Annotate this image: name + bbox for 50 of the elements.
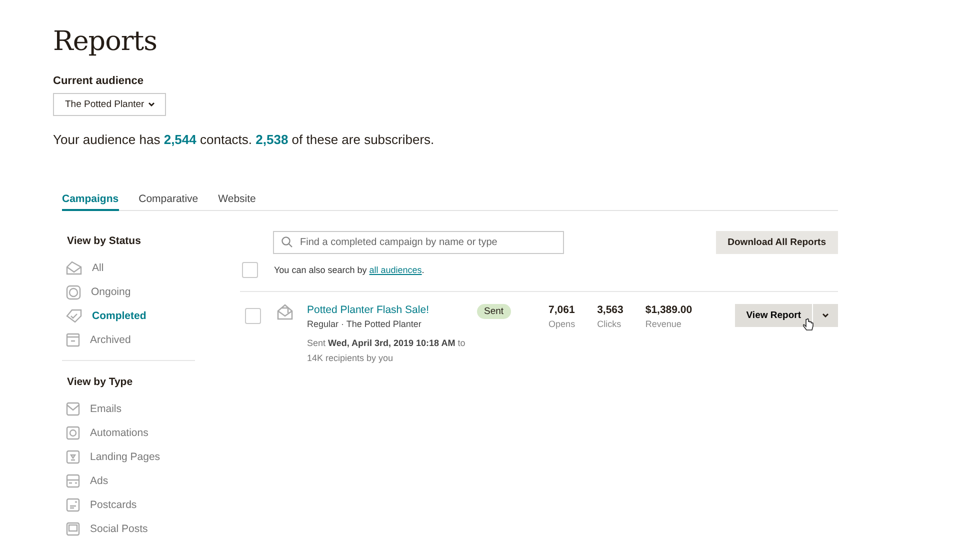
download-reports-button[interactable]: Download All Reports xyxy=(716,231,838,254)
view-report-button[interactable]: View Report xyxy=(735,304,812,327)
all-audiences-link[interactable]: all audiences xyxy=(369,265,422,275)
select-all-checkbox[interactable] xyxy=(242,262,258,278)
archive-icon xyxy=(66,333,80,347)
type-filter-item[interactable]: Postcards xyxy=(90,499,137,511)
stat-value: 7,061 xyxy=(548,304,576,316)
circle-icon xyxy=(66,284,81,300)
status-filter-item[interactable]: All xyxy=(62,256,195,280)
envelope-icon xyxy=(66,402,80,416)
stat-value: $1,389.00 xyxy=(645,304,692,316)
tab[interactable]: Website xyxy=(218,193,256,211)
section-heading: View by Status xyxy=(67,235,142,247)
campaign-name-link[interactable]: Potted Planter Flash Sale! xyxy=(307,304,477,316)
sent-info: Sent Wed, April 3rd, 2019 10:18 AM to 14K recipients by you xyxy=(307,337,466,365)
envelope-icon xyxy=(277,304,293,320)
type-filter-item[interactable]: Ads xyxy=(90,475,108,487)
social-post-icon xyxy=(66,522,80,536)
stat-label: Opens xyxy=(548,319,576,329)
status-filter-item[interactable]: Archived xyxy=(62,328,195,352)
type-filter-item[interactable]: Emails xyxy=(90,403,122,415)
campaign-type: Regular · The Potted Planter xyxy=(307,319,422,329)
type-filter-item[interactable]: Automations xyxy=(90,427,148,439)
audience-summary: Your audience has 2,544 contacts. 2,538 of these are subscribers. xyxy=(53,132,436,147)
search-hint: You can also search by all audiences. xyxy=(274,265,424,275)
tab[interactable]: Campaigns xyxy=(62,193,119,211)
check-tag-icon xyxy=(66,309,82,323)
stat-label: Revenue xyxy=(645,319,682,329)
stat-label: Clicks xyxy=(597,319,622,329)
status-filter-item[interactable]: Completed xyxy=(62,304,195,328)
landing-page-icon xyxy=(66,450,80,464)
stat-value: 3,563 xyxy=(597,304,624,316)
type-filter-item[interactable]: Social Posts xyxy=(90,523,148,535)
audience-label: Current audience xyxy=(53,75,144,87)
status-badge: Sent xyxy=(477,304,511,319)
tab[interactable]: Comparative xyxy=(138,193,198,211)
type-filter-item[interactable]: Landing Pages xyxy=(90,451,160,463)
search-field[interactable]: Find a completed campaign by name or type xyxy=(273,231,564,254)
caret-icon xyxy=(148,102,156,107)
page-title: Reports xyxy=(53,26,158,57)
postcard-icon xyxy=(66,498,80,512)
status-filter-item[interactable]: Ongoing xyxy=(62,280,195,304)
caret-icon xyxy=(822,313,829,318)
search-icon xyxy=(281,236,293,248)
section-heading: View by Type xyxy=(67,376,134,388)
audience-select[interactable]: The Potted Planter xyxy=(53,93,166,116)
dropdown-button[interactable] xyxy=(812,304,838,327)
campaign-checkbox[interactable] xyxy=(245,308,261,324)
inbox-icon xyxy=(66,261,82,275)
hand-cursor-icon xyxy=(803,318,814,331)
